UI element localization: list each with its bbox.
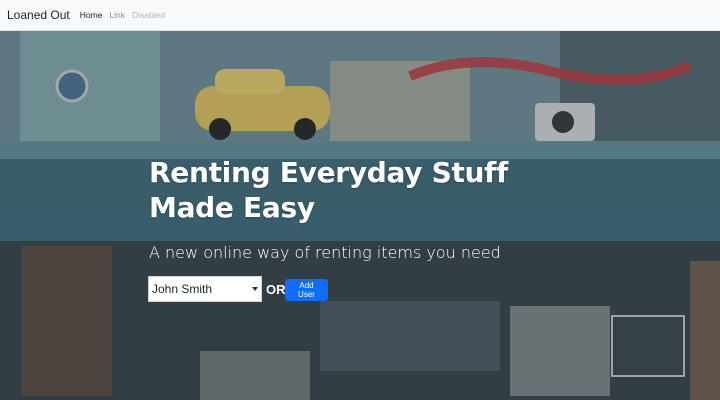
- navbar: Loaned Out Home Link Disabled: [0, 0, 720, 31]
- nav-link-home[interactable]: Home: [80, 10, 103, 20]
- or-label: OR: [266, 282, 286, 297]
- nav-link-link[interactable]: Link: [109, 10, 125, 20]
- chevron-down-icon: [252, 287, 258, 291]
- hero-headline: Renting Everyday Stuff Made Easy: [149, 155, 509, 225]
- user-select[interactable]: John Smith: [148, 276, 262, 302]
- hero-headline-line1: Renting Everyday Stuff: [149, 156, 508, 189]
- user-select-value: John Smith: [152, 282, 213, 296]
- brand-link[interactable]: Loaned Out: [7, 8, 70, 22]
- add-user-button[interactable]: Add User: [285, 279, 328, 301]
- hero-subheadline: A new online way of renting items you ne…: [149, 243, 501, 262]
- hero-section: Renting Everyday Stuff Made Easy A new o…: [0, 31, 720, 400]
- hero-headline-line2: Made Easy: [149, 191, 315, 224]
- nav-link-disabled: Disabled: [132, 10, 166, 20]
